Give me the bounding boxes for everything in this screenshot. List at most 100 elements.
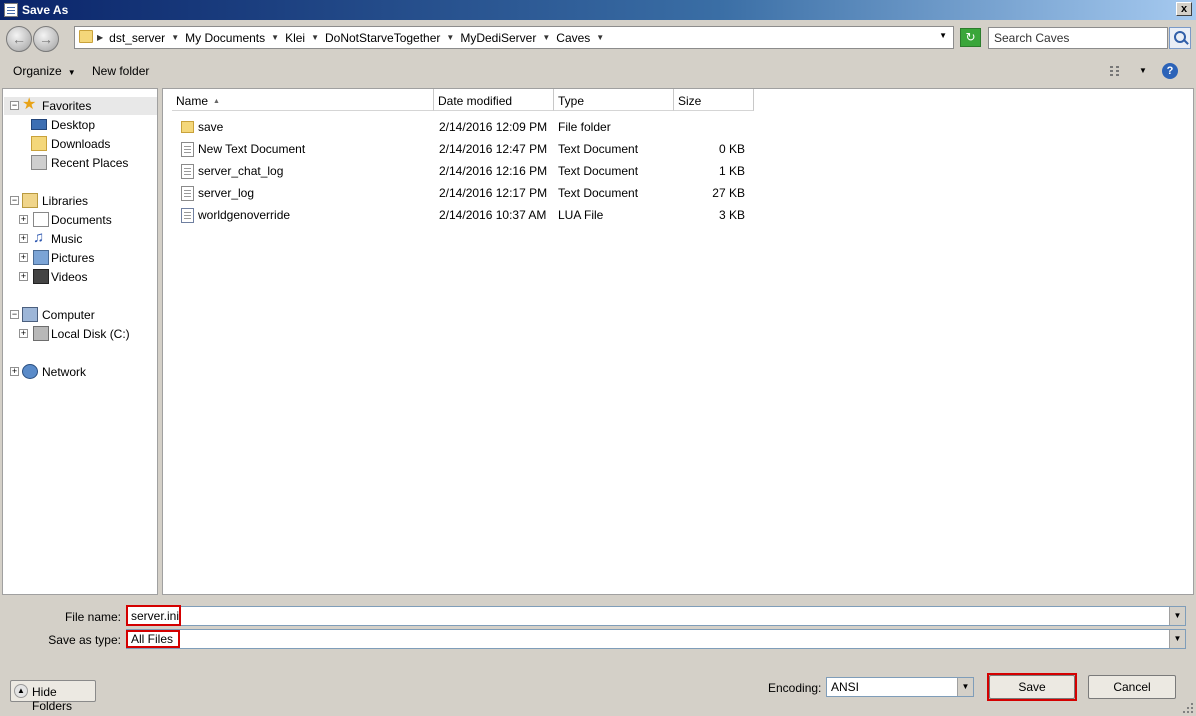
chevron-down-icon[interactable]: ▼ [1169,630,1185,648]
encoding-value: ANSI [831,680,860,694]
file-name: save [198,120,224,134]
file-row-new-text-document[interactable]: New Text Document 2/14/2016 12:47 PM Tex… [163,138,763,160]
hide-folders-button[interactable]: ▲ Hide Folders [10,680,96,713]
nav-item-documents[interactable]: + Documents [19,211,154,229]
file-name: New Text Document [198,142,306,156]
organize-button[interactable]: Organize ▼ [13,64,76,78]
file-size: 1 KB [718,164,745,178]
chevron-down-icon[interactable]: ▼ [596,31,604,45]
organize-label: Organize [13,64,62,78]
file-date: 2/14/2016 12:17 PM [439,186,548,200]
lua-file-icon [181,208,194,223]
view-options-icon[interactable] [1110,65,1126,77]
breadcrumb-item[interactable]: My Documents [185,31,265,45]
breadcrumb[interactable]: ▶ dst_server ▼ My Documents ▼ Klei ▼ DoN… [74,26,954,49]
expand-icon[interactable]: + [19,234,28,243]
text-file-icon [181,164,194,179]
new-folder-button[interactable]: New folder [92,64,149,78]
file-date: 2/14/2016 10:37 AM [439,208,547,222]
file-list: Name ▲ Date modified Type Size save 2/14/… [162,88,1194,595]
breadcrumb-item[interactable]: DoNotStarveTogether [325,31,440,45]
disk-drive-icon [33,326,49,341]
nav-label: Desktop [51,118,96,132]
nav-label: Favorites [42,99,92,113]
save-as-type-label: Save as type: [48,633,121,647]
address-dropdown-icon[interactable]: ▼ [939,31,947,40]
chevron-down-icon[interactable]: ▼ [1169,607,1185,625]
chevron-down-icon[interactable]: ▼ [542,31,550,45]
chevron-down-icon[interactable]: ▼ [1139,66,1147,75]
expand-icon[interactable]: + [10,367,19,376]
cancel-button[interactable]: Cancel [1088,675,1176,699]
column-label: Name [176,94,209,108]
search-icon[interactable] [1169,27,1191,49]
nav-computer[interactable]: − Computer [4,306,154,324]
nav-favorites[interactable]: − ★ Favorites [4,97,157,115]
file-name-label: File name: [64,610,121,624]
back-button[interactable]: ← [6,26,32,52]
collapse-icon[interactable]: − [10,310,19,319]
expand-icon[interactable]: + [19,253,28,262]
column-header-name[interactable]: Name ▲ [172,89,434,111]
nav-item-desktop[interactable]: Desktop [31,116,151,134]
downloads-icon [31,136,47,151]
nav-item-music[interactable]: + ♫ Music [19,230,154,248]
file-size: 27 KB [712,186,745,200]
encoding-label: Encoding: [768,681,822,695]
expand-icon[interactable]: + [19,329,28,338]
file-row-server-log[interactable]: server_log 2/14/2016 12:17 PM Text Docum… [163,182,763,204]
forward-button[interactable]: → [33,26,59,52]
nav-item-videos[interactable]: + Videos [19,268,154,286]
file-size: 3 KB [718,208,745,222]
expand-icon[interactable]: + [19,215,28,224]
column-header-date-modified[interactable]: Date modified [434,89,554,111]
breadcrumb-item[interactable]: MyDediServer [460,31,536,45]
text-file-icon [181,186,194,201]
chevron-right-icon[interactable]: ▶ [97,31,103,45]
expand-icon[interactable]: + [19,272,28,281]
collapse-icon[interactable]: − [10,196,19,205]
chevron-down-icon[interactable]: ▼ [271,31,279,45]
nav-label: Computer [42,308,95,322]
close-button[interactable]: x [1176,2,1192,16]
save-as-type-select[interactable]: All Files ▼ [126,629,1186,649]
chevron-down-icon[interactable]: ▼ [957,678,973,696]
search-input[interactable]: Search Caves [988,27,1168,49]
chevron-down-icon[interactable]: ▼ [311,31,319,45]
encoding-select[interactable]: ANSI ▼ [826,677,974,697]
file-date: 2/14/2016 12:09 PM [439,120,548,134]
file-type: Text Document [558,164,639,178]
breadcrumb-item[interactable]: dst_server [109,31,165,45]
help-icon[interactable]: ? [1162,63,1178,79]
nav-label: Pictures [51,251,95,265]
file-row-save[interactable]: save 2/14/2016 12:09 PM File folder [163,116,763,138]
nav-network[interactable]: + Network [4,363,154,381]
nav-item-downloads[interactable]: Downloads [31,135,151,153]
file-row-worldgenoverride[interactable]: worldgenoverride 2/14/2016 10:37 AM LUA … [163,204,763,226]
chevron-down-icon[interactable]: ▼ [446,31,454,45]
column-header-type[interactable]: Type [554,89,674,111]
chevron-up-icon: ▲ [14,684,28,698]
nav-item-pictures[interactable]: + Pictures [19,249,154,267]
music-icon: ♫ [33,229,45,246]
text-file-icon [181,142,194,157]
nav-item-recent-places[interactable]: Recent Places [31,154,151,172]
nav-label: Music [51,232,83,246]
breadcrumb-item[interactable]: Klei [285,31,305,45]
resize-grip-icon[interactable] [1182,702,1194,714]
recent-places-icon [31,155,47,170]
collapse-icon[interactable]: − [10,101,19,110]
address-bar: ← → ▶ dst_server ▼ My Documents ▼ Klei ▼… [0,21,1196,57]
nav-label: Recent Places [51,156,129,170]
column-header-size[interactable]: Size [674,89,754,111]
nav-label: Downloads [51,137,111,151]
documents-icon [33,212,49,227]
file-row-server-chat-log[interactable]: server_chat_log 2/14/2016 12:16 PM Text … [163,160,763,182]
file-name-field[interactable]: server.ini ▼ [126,606,1186,626]
refresh-button[interactable]: ↻ [960,28,981,47]
nav-libraries[interactable]: − Libraries [4,192,154,210]
nav-item-local-disk[interactable]: + Local Disk (C:) [19,325,154,343]
file-type: Text Document [558,186,639,200]
chevron-down-icon[interactable]: ▼ [171,31,179,45]
breadcrumb-item[interactable]: Caves [556,31,590,45]
